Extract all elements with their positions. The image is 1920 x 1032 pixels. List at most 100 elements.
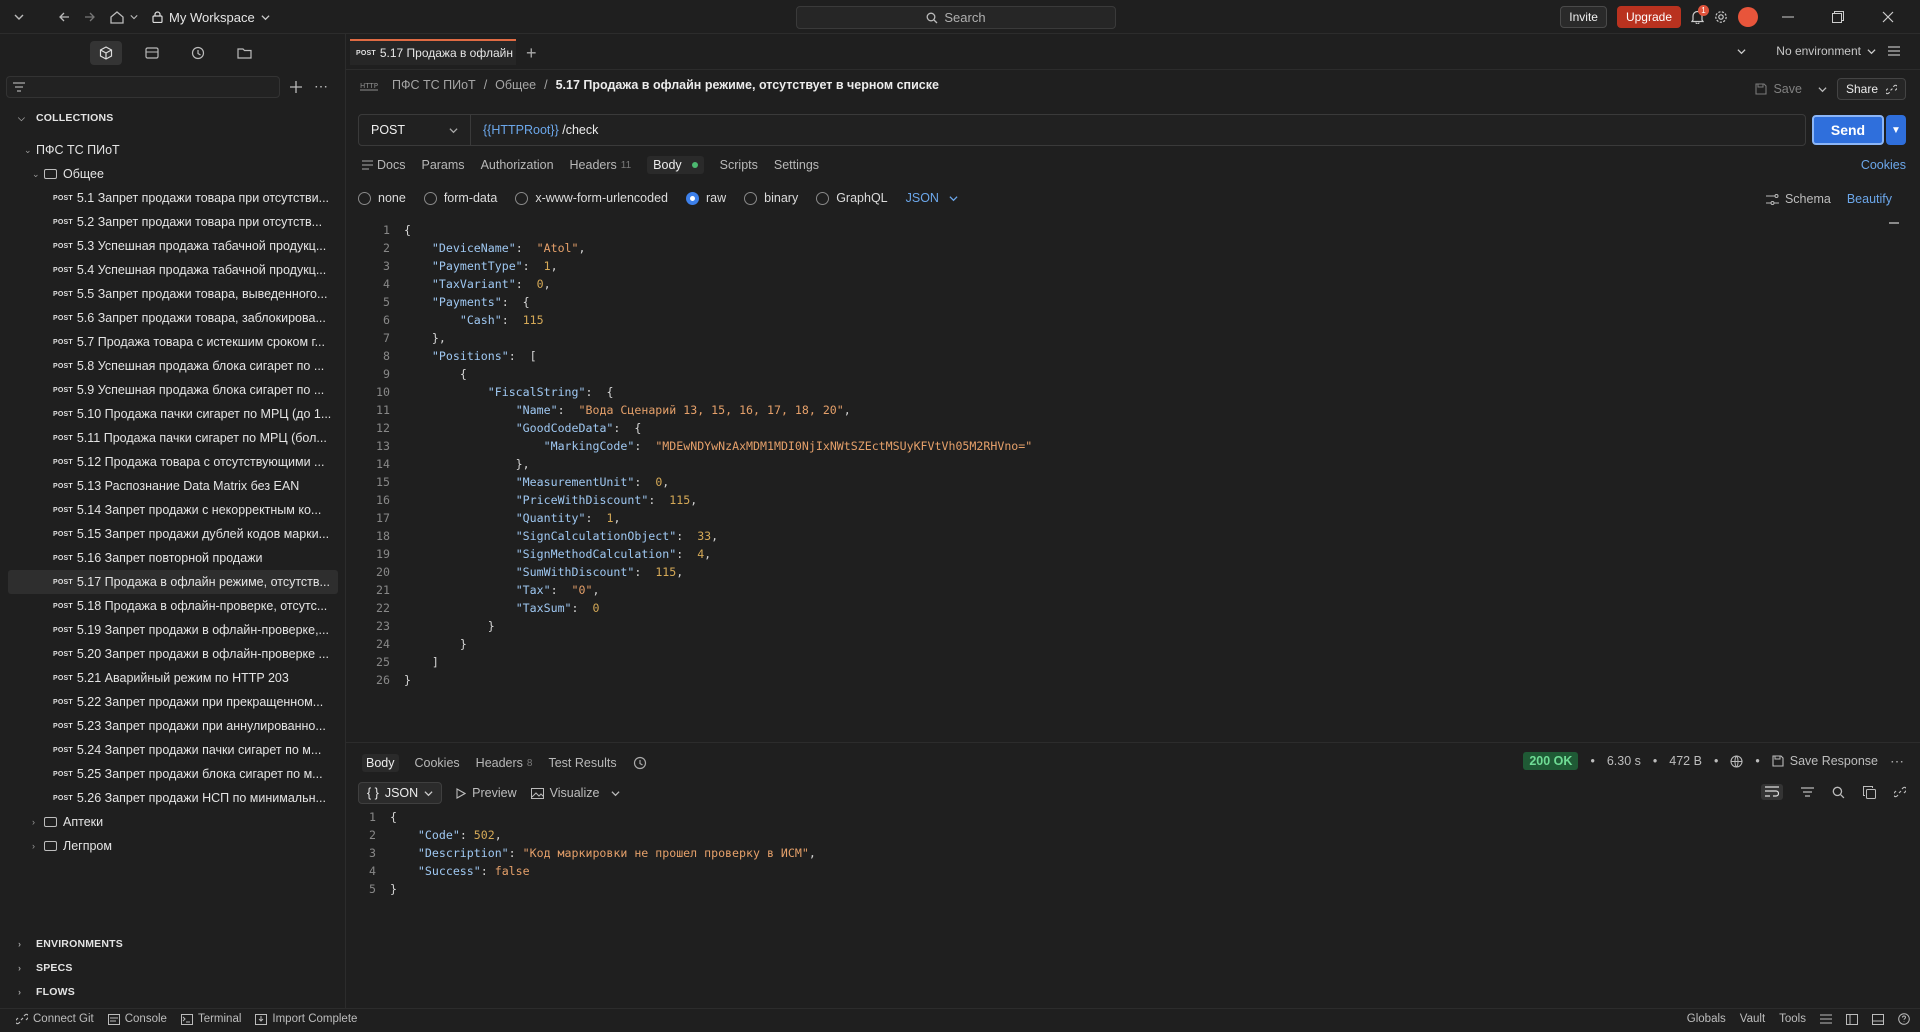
global-search[interactable]: Search: [796, 6, 1116, 29]
sidebar-request-item[interactable]: POST 5.7 Продажа товара с истекшим сроком…: [0, 330, 346, 354]
response-tab-headers[interactable]: Headers 8: [476, 756, 533, 770]
response-time[interactable]: 6.30 s: [1607, 754, 1641, 768]
sidebar-request-item[interactable]: POST 5.11 Продажа пачки сигарет по МРЦ (б…: [0, 426, 346, 450]
sidebar-request-item[interactable]: POST 5.4 Успешная продажа табачной продук…: [0, 258, 346, 282]
response-body-viewer[interactable]: 1{2 "Code": 502, 3 "Description": "Код ма…: [362, 808, 1862, 988]
editor-scrollbar[interactable]: [1886, 222, 1900, 742]
sidebar-request-item[interactable]: POST 5.26 Запрет продажи НСП по минимальн…: [0, 786, 346, 810]
response-tab-test-results[interactable]: Test Results: [548, 756, 616, 770]
sidebar-request-item[interactable]: POST 5.19 Запрет продажи в офлайн-проверк…: [0, 618, 346, 642]
sidebar-request-item[interactable]: POST 5.9 Успешная продажа блока сигарет п…: [0, 378, 346, 402]
upgrade-button[interactable]: Upgrade: [1616, 6, 1681, 28]
console-button[interactable]: Console: [107, 1013, 167, 1025]
folder-icon[interactable]: [228, 41, 260, 65]
terminal-button[interactable]: Terminal: [180, 1013, 241, 1025]
radio-binary[interactable]: binary: [744, 191, 798, 205]
method-select[interactable]: POST: [359, 115, 471, 145]
tab-body[interactable]: Body: [647, 156, 704, 174]
network-globe-icon[interactable]: [1730, 754, 1743, 768]
response-size[interactable]: 472 B: [1669, 754, 1702, 768]
sidebar-request-item[interactable]: POST 5.12 Продажа товара с отсутствующими…: [0, 450, 346, 474]
sidebar-request-item[interactable]: POST 5.21 Аварийный режим по HTTP 203: [0, 666, 346, 690]
save-button[interactable]: Save: [1755, 82, 1827, 96]
sidebar-request-item[interactable]: POST 5.25 Запрет продажи блока сигарет по…: [0, 762, 346, 786]
workspace-switcher[interactable]: My Workspace: [152, 10, 270, 25]
environments-section[interactable]: › ENVIRONMENTS: [18, 938, 123, 950]
tab-params[interactable]: Params: [421, 158, 464, 172]
sidebar-request-item[interactable]: POST 5.13 Распознание Data Matrix без EAN: [0, 474, 346, 498]
response-tab-body[interactable]: Body: [362, 754, 399, 772]
copy-icon[interactable]: [1863, 785, 1876, 799]
filter-icon[interactable]: [1801, 787, 1814, 797]
more-options-icon[interactable]: ⋯: [1890, 753, 1904, 770]
tab-settings[interactable]: Settings: [774, 158, 819, 172]
folder-closed-apteki[interactable]: › Аптеки: [0, 810, 346, 834]
more-options-icon[interactable]: ⋯: [314, 78, 328, 95]
sidebar-request-item[interactable]: POST 5.6 Запрет продажи товара, заблокиро…: [0, 306, 346, 330]
radio-form-data[interactable]: form-data: [423, 191, 497, 205]
wrap-lines-icon[interactable]: [1761, 784, 1783, 800]
add-plus-icon[interactable]: [290, 80, 302, 93]
radio-none[interactable]: none: [358, 191, 406, 205]
preview-button[interactable]: Preview: [456, 786, 517, 800]
connect-git-button[interactable]: Connect Git: [16, 1013, 94, 1025]
radio-raw[interactable]: raw: [686, 191, 726, 205]
sidebar-request-item[interactable]: POST 5.5 Запрет продажи товара, выведенно…: [0, 282, 346, 306]
tab-active-request[interactable]: POST 5.17 Продажа в офлайн: [350, 39, 516, 65]
sidebar-request-item[interactable]: POST 5.3 Успешная продажа табачной продук…: [0, 234, 346, 258]
history-icon[interactable]: [182, 41, 214, 65]
breadcrumb-collection[interactable]: ПФС ТС ПИоТ: [392, 78, 476, 92]
layout-settings-icon[interactable]: [1820, 1014, 1832, 1024]
two-pane-layout-icon[interactable]: [1846, 1013, 1858, 1025]
specs-section[interactable]: › SPECS: [18, 962, 73, 974]
search-icon[interactable]: [1832, 786, 1845, 799]
sidebar-request-item[interactable]: POST 5.1 Запрет продажи товара при отсутс…: [0, 186, 346, 210]
link-icon[interactable]: [1894, 786, 1906, 798]
home-icon[interactable]: [110, 10, 124, 24]
schema-button[interactable]: Schema: [1765, 192, 1831, 206]
collection-root[interactable]: ⌄ ПФС ТС ПИоТ: [0, 138, 346, 162]
sidebar-request-item[interactable]: POST 5.20 Запрет продажи в офлайн-проверк…: [0, 642, 346, 666]
request-body-editor[interactable]: 1{2 "DeviceName": "Atol", 3 "PaymentType"…: [368, 221, 1898, 741]
folder-closed-legprom[interactable]: › Легпром: [0, 834, 346, 858]
sidebar-request-item[interactable]: POST 5.16 Запрет повторной продажи: [0, 546, 346, 570]
chevron-down-icon[interactable]: [14, 12, 24, 22]
vault-button[interactable]: Vault: [1740, 1013, 1765, 1025]
close-window-button[interactable]: [1868, 11, 1908, 23]
environments-icon[interactable]: [136, 41, 168, 65]
tab-scripts[interactable]: Scripts: [720, 158, 758, 172]
tab-authorization[interactable]: Authorization: [481, 158, 554, 172]
tab-docs[interactable]: Docs: [362, 158, 405, 172]
user-avatar[interactable]: [1738, 7, 1758, 27]
scrollbar-thumb[interactable]: [1889, 222, 1899, 224]
response-history-icon[interactable]: [633, 756, 647, 770]
new-tab-plus-icon[interactable]: +: [526, 43, 537, 64]
environment-selector[interactable]: No environment: [1776, 44, 1876, 58]
url-input[interactable]: {{HTTPRoot}} /check: [471, 123, 598, 137]
forward-arrow-icon[interactable]: [84, 11, 96, 23]
response-format-select[interactable]: { } JSON: [358, 782, 443, 804]
notifications-bell-icon[interactable]: 1: [1691, 5, 1709, 24]
radio-graphql[interactable]: GraphQL: [816, 191, 888, 205]
collections-header[interactable]: ⌵ COLLECTIONS: [18, 112, 113, 124]
send-options-chevron-icon[interactable]: ▼: [1886, 115, 1906, 145]
share-button[interactable]: Share: [1836, 78, 1906, 100]
globals-button[interactable]: Globals: [1687, 1013, 1726, 1025]
sidebar-request-item[interactable]: POST 5.15 Запрет продажи дублей кодов мар…: [0, 522, 346, 546]
back-arrow-icon[interactable]: [58, 11, 70, 23]
breadcrumb-folder[interactable]: Общее: [495, 78, 536, 92]
sidebar-request-item[interactable]: POST 5.18 Продажа в офлайн-проверке, отсу…: [0, 594, 346, 618]
beautify-button[interactable]: Beautify: [1847, 192, 1892, 206]
breadcrumb-current[interactable]: 5.17 Продажа в офлайн режиме, отсутствуе…: [556, 78, 939, 92]
collections-cube-icon[interactable]: [90, 41, 122, 65]
radio-urlencoded[interactable]: x-www-form-urlencoded: [515, 191, 668, 205]
sidebar-request-item[interactable]: POST 5.8 Успешная продажа блока сигарет п…: [0, 354, 346, 378]
send-button[interactable]: Send: [1812, 115, 1884, 145]
sidebar-request-item[interactable]: POST 5.23 Запрет продажи при аннулированн…: [0, 714, 346, 738]
import-status[interactable]: Import Complete: [255, 1013, 357, 1025]
sidebar-request-item[interactable]: POST 5.24 Запрет продажи пачки сигарет по…: [0, 738, 346, 762]
settings-gear-icon[interactable]: [1714, 10, 1728, 24]
cookies-link[interactable]: Cookies: [1861, 158, 1906, 172]
tab-headers[interactable]: Headers 11: [570, 158, 632, 172]
flows-section[interactable]: › FLOWS: [18, 986, 75, 998]
